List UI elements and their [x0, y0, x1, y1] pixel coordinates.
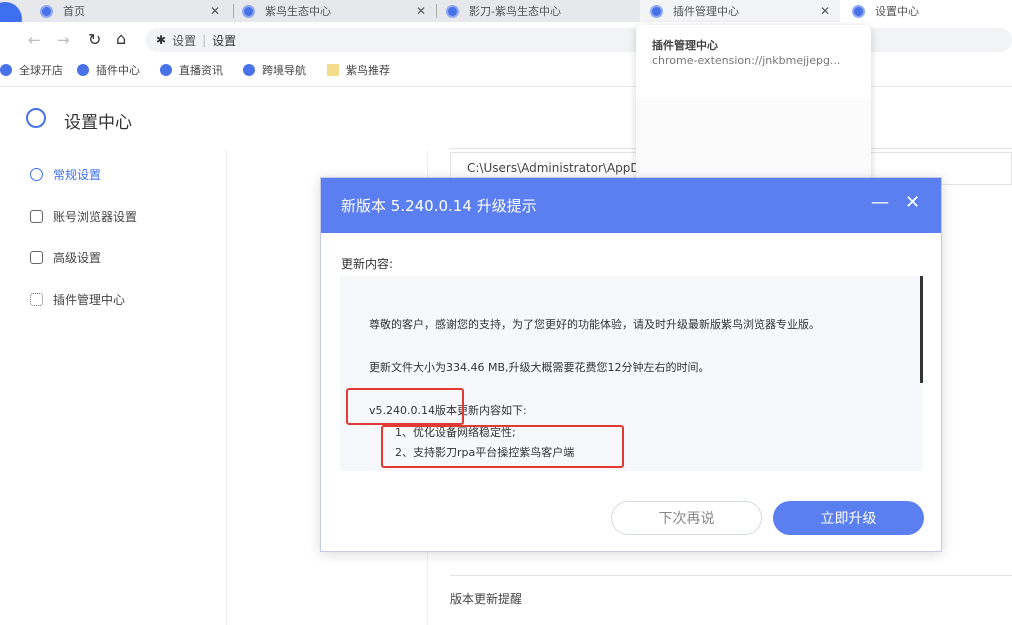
- notes-paragraph: 尊敬的客户，感谢您的支持，为了您更好的功能体验，请及时升级最新版紫鸟浏览器专业版…: [369, 318, 820, 331]
- page-title: 设置中心: [64, 113, 132, 133]
- address-bar[interactable]: ✱ 设置 | 设置: [146, 28, 1012, 52]
- app-icon: [0, 64, 12, 76]
- bookmark-label: 跨境导航: [262, 64, 306, 77]
- sidebar-item-plugins[interactable]: 插件管理中心: [30, 291, 125, 308]
- bookmark-label: 插件中心: [96, 64, 140, 77]
- highlight-box: [346, 388, 464, 425]
- extension-icon: ✱: [156, 33, 167, 47]
- app-icon: [852, 4, 865, 18]
- reload-icon[interactable]: ↻: [88, 30, 101, 49]
- tab-preview-popup: 插件管理中心 chrome-extension://jnkbmejjepg...: [636, 25, 871, 190]
- user-icon: [30, 168, 43, 181]
- bookmark-label: 全球开店: [19, 64, 63, 77]
- sidebar-label: 账号浏览器设置: [53, 210, 138, 224]
- scrollbar[interactable]: [920, 276, 923, 383]
- close-icon[interactable]: ✕: [416, 4, 426, 18]
- app-icon: [40, 4, 53, 18]
- dialog-title: 新版本 5.240.0.14 升级提示: [341, 197, 537, 215]
- sidebar-label: 插件管理中心: [53, 293, 126, 307]
- sidebar-item-general[interactable]: 常规设置: [30, 166, 101, 183]
- bookmark-label: 直播资讯: [179, 64, 223, 77]
- sidebar-label: 常规设置: [53, 168, 102, 182]
- sidebar-label: 高级设置: [53, 251, 102, 265]
- sidebar-item-account-browser[interactable]: 账号浏览器设置: [30, 208, 137, 225]
- app-icon: [650, 4, 663, 18]
- home-icon[interactable]: ⌂: [116, 29, 126, 48]
- tab-label: 插件管理中心: [673, 5, 739, 18]
- tab-bar: 首页 ✕ 紫鸟生态中心 ✕ 影刀-紫鸟生态中心 插件管理中心 ✕ 设置中心: [0, 0, 1012, 22]
- tab-label: 影刀-紫鸟生态中心: [469, 5, 561, 18]
- bookmark-1[interactable]: 全球开店: [0, 58, 63, 82]
- app-icon: [243, 64, 255, 76]
- address-prefix: 设置: [172, 33, 197, 48]
- tab-label: 首页: [63, 5, 85, 18]
- highlight-box: [381, 425, 624, 468]
- upgrade-now-button[interactable]: 立即升级: [773, 501, 924, 535]
- grid-icon: [30, 293, 43, 306]
- app-icon: [160, 64, 172, 76]
- tab-plugins[interactable]: 插件管理中心 ✕: [640, 0, 840, 22]
- address-text: 设置: [212, 33, 237, 48]
- content-label: 更新内容:: [341, 257, 394, 271]
- close-icon[interactable]: ✕: [210, 4, 220, 18]
- preview-url: chrome-extension://jnkbmejjepg...: [652, 54, 841, 67]
- tab-ecology[interactable]: 紫鸟生态中心 ✕: [242, 0, 436, 22]
- preview-title: 插件管理中心: [652, 39, 718, 52]
- minimize-icon[interactable]: —: [871, 192, 889, 213]
- browser-icon: [30, 210, 43, 223]
- forward-icon[interactable]: →: [57, 31, 70, 49]
- bookmark-2[interactable]: 插件中心: [77, 58, 140, 82]
- back-icon[interactable]: ←: [28, 31, 41, 49]
- bookmark-4[interactable]: 跨境导航: [243, 58, 306, 82]
- folder-icon: [327, 64, 339, 76]
- notes-paragraph: 更新文件大小为334.46 MB,升级大概需要花费您12分钟左右的时间。: [369, 361, 710, 374]
- app-icon: [77, 64, 89, 76]
- close-icon[interactable]: ✕: [905, 192, 920, 213]
- settings-gear-icon: [26, 108, 46, 128]
- upgrade-dialog: 新版本 5.240.0.14 升级提示 — ✕ 更新内容: 尊敬的客户，感谢您的…: [320, 177, 942, 552]
- sidebar-item-advanced[interactable]: 高级设置: [30, 249, 101, 266]
- bookmark-5[interactable]: 紫鸟推荐: [327, 58, 390, 82]
- tab-settings[interactable]: 设置中心: [840, 0, 1012, 22]
- star-icon: [30, 251, 43, 264]
- tab-label: 紫鸟生态中心: [265, 5, 331, 18]
- app-icon: [446, 4, 459, 18]
- dialog-header: 新版本 5.240.0.14 升级提示: [321, 178, 941, 233]
- tab-label: 设置中心: [875, 5, 919, 18]
- tab-yingdao[interactable]: 影刀-紫鸟生态中心: [446, 0, 636, 22]
- later-button[interactable]: 下次再说: [611, 501, 762, 535]
- version-update-reminder-label: 版本更新提醒: [450, 592, 523, 606]
- app-icon: [242, 4, 255, 18]
- bookmark-3[interactable]: 直播资讯: [160, 58, 223, 82]
- close-icon[interactable]: ✕: [820, 4, 830, 18]
- tab-home[interactable]: 首页 ✕: [40, 0, 230, 22]
- bookmark-label: 紫鸟推荐: [346, 64, 390, 77]
